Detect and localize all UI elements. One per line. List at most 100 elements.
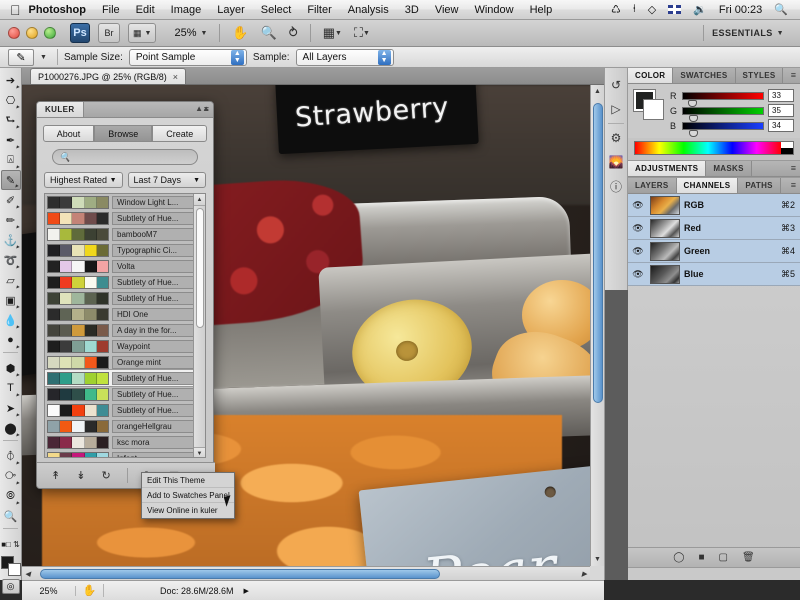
menubar-clock[interactable]: Fri 00:23 <box>713 4 768 16</box>
kuler-swatch[interactable] <box>96 452 109 457</box>
menu-item-analysis[interactable]: Analysis <box>340 0 397 20</box>
appbar-zoom-level[interactable]: 25% ▼ <box>174 27 207 39</box>
kuler-swatch[interactable] <box>48 212 61 224</box>
kuler-theme-list[interactable]: Window Light L... Subtlety of Hue... bambo… <box>44 193 206 458</box>
kuler-theme-swatches[interactable] <box>47 387 109 401</box>
quick-mask-icon[interactable]: ◎ <box>1 579 20 594</box>
kuler-swatch[interactable] <box>60 324 73 336</box>
kuler-theme-row[interactable]: Waypoint <box>45 338 205 354</box>
kuler-swatch[interactable] <box>96 356 109 368</box>
background-color-swatch[interactable] <box>643 99 664 120</box>
document-tab[interactable]: P1000276.JPG @ 25% (RGB/8) × <box>30 68 186 84</box>
kuler-swatch[interactable] <box>96 404 109 416</box>
foreground-background-color[interactable] <box>0 556 21 576</box>
tab-masks[interactable]: MASKS <box>706 161 752 176</box>
kuler-sort-select[interactable]: Highest Rated ▼ <box>44 172 123 188</box>
kuler-theme-swatches[interactable] <box>47 355 109 369</box>
kuler-swatch[interactable] <box>96 260 109 272</box>
menu-item-select[interactable]: Select <box>253 0 300 20</box>
airport-icon[interactable]: ◇ <box>642 3 662 16</box>
kuler-swatch[interactable] <box>84 292 97 304</box>
kuler-theme-row[interactable]: orangeHellgrau <box>45 418 205 434</box>
kuler-theme-row[interactable]: Subtlety of Hue... <box>45 402 205 418</box>
context-menu-view-online[interactable]: View Online in kuler <box>142 503 234 518</box>
kuler-swatch[interactable] <box>60 356 73 368</box>
kuler-swatch[interactable] <box>72 308 85 320</box>
arrange-documents-button[interactable]: ▦ ▼ <box>323 25 342 41</box>
load-channel-icon[interactable]: ◯ <box>673 552 684 563</box>
kuler-swatch[interactable] <box>48 356 61 368</box>
kuler-theme-row[interactable]: Volta <box>45 258 205 274</box>
scroll-down-icon[interactable]: ▼ <box>594 556 601 563</box>
menu-item-window[interactable]: Window <box>466 0 521 20</box>
kuler-theme-swatches[interactable] <box>47 195 109 209</box>
kuler-swatch[interactable] <box>84 340 97 352</box>
bluetooth-icon[interactable]: ⍿ <box>627 3 642 16</box>
canvas-vertical-scrollbar[interactable]: ▲ ▼ <box>590 85 604 566</box>
kuler-swatch[interactable] <box>72 420 85 432</box>
adjustments-icon[interactable]: ⚙ <box>605 127 627 149</box>
kuler-swatch[interactable] <box>84 260 97 272</box>
kuler-swatch[interactable] <box>48 196 61 208</box>
kuler-swatch[interactable] <box>72 292 85 304</box>
channel-row-green[interactable]: 👁 Green ⌘4 <box>628 240 800 263</box>
view-extras-button[interactable]: ▦ ▼ <box>128 23 157 43</box>
kuler-swatch[interactable] <box>72 276 85 288</box>
collapse-icon[interactable]: ▲▲ <box>195 104 210 113</box>
kuler-swatch[interactable] <box>84 388 97 400</box>
kuler-swatch[interactable] <box>84 452 97 457</box>
kuler-swatch[interactable] <box>60 228 73 240</box>
3d-orbit-tool[interactable]: ⧂ ▶ <box>1 466 21 486</box>
red-slider-track[interactable] <box>682 91 764 107</box>
channel-row-rgb[interactable]: 👁 RGB ⌘2 <box>628 194 800 217</box>
visibility-eye-icon[interactable]: 👁 <box>630 200 646 211</box>
volume-icon[interactable]: 🔉 <box>687 3 713 16</box>
launch-bridge-button[interactable]: Br <box>98 23 120 43</box>
green-slider-thumb[interactable] <box>689 114 698 122</box>
default-colors-icon[interactable]: ■□ ⇅ <box>1 534 21 554</box>
menu-item-3d[interactable]: 3D <box>397 0 427 20</box>
close-icon[interactable]: × <box>173 72 178 82</box>
menu-item-file[interactable]: File <box>94 0 128 20</box>
tool-preset-chevron-icon[interactable]: ▼ <box>40 54 47 61</box>
visibility-eye-icon[interactable]: 👁 <box>630 223 646 234</box>
kuler-theme-swatches[interactable] <box>47 243 109 257</box>
zoom-tool-button[interactable]: 🔍 <box>261 25 277 41</box>
kuler-swatch[interactable] <box>72 452 85 457</box>
channel-row-blue[interactable]: 👁 Blue ⌘5 <box>628 263 800 286</box>
kuler-swatch[interactable] <box>72 260 85 272</box>
vertical-scroll-thumb[interactable] <box>593 103 603 403</box>
menu-item-edit[interactable]: Edit <box>128 0 163 20</box>
kuler-swatch[interactable] <box>60 196 73 208</box>
eraser-tool[interactable]: ▱ ▶ <box>1 270 21 290</box>
tab-channels[interactable]: CHANNELS <box>676 178 739 193</box>
rotate-view-tool-button[interactable]: ⥁ <box>289 25 298 41</box>
kuler-panel[interactable]: KULER ≡ ▲▲ About Browse Create 🔍 Highest… <box>36 101 235 519</box>
kuler-swatch[interactable] <box>48 308 61 320</box>
kuler-theme-swatches[interactable] <box>47 419 109 433</box>
tab-color[interactable]: COLOR <box>628 68 674 83</box>
scroll-left-icon[interactable]: ◀ <box>25 570 30 578</box>
crop-tool[interactable]: ⍓ ▶ <box>1 150 21 170</box>
kuler-swatch[interactable] <box>60 388 73 400</box>
3d-pan-tool[interactable]: ⦾ ▶ <box>1 486 21 506</box>
kuler-swatch[interactable] <box>96 276 109 288</box>
move-tool[interactable]: ➔ ▶ <box>1 70 21 90</box>
tab-adjustments[interactable]: ADJUSTMENTS <box>628 161 707 176</box>
kuler-swatch[interactable] <box>96 340 109 352</box>
kuler-swatch[interactable] <box>48 388 61 400</box>
kuler-swatch[interactable] <box>60 276 73 288</box>
actions-icon[interactable]: ▷ <box>605 98 627 120</box>
background-color-swatch[interactable] <box>7 563 21 576</box>
path-selection-tool[interactable]: ➤ ▶ <box>1 398 21 418</box>
kuler-swatch[interactable] <box>48 452 61 457</box>
kuler-swatch[interactable] <box>72 228 85 240</box>
kuler-theme-row[interactable]: Subtlety of Hue... <box>45 290 205 306</box>
workspace-switcher[interactable]: ESSENTIALS ▼ <box>703 25 792 41</box>
info-icon[interactable]: ⓘ <box>605 175 627 197</box>
spectrum-white-black[interactable] <box>781 142 793 154</box>
kuler-swatch[interactable] <box>60 436 73 448</box>
kuler-swatch[interactable] <box>96 228 109 240</box>
kuler-theme-row[interactable]: A day in the for... <box>45 322 205 338</box>
kuler-swatch[interactable] <box>48 324 61 336</box>
